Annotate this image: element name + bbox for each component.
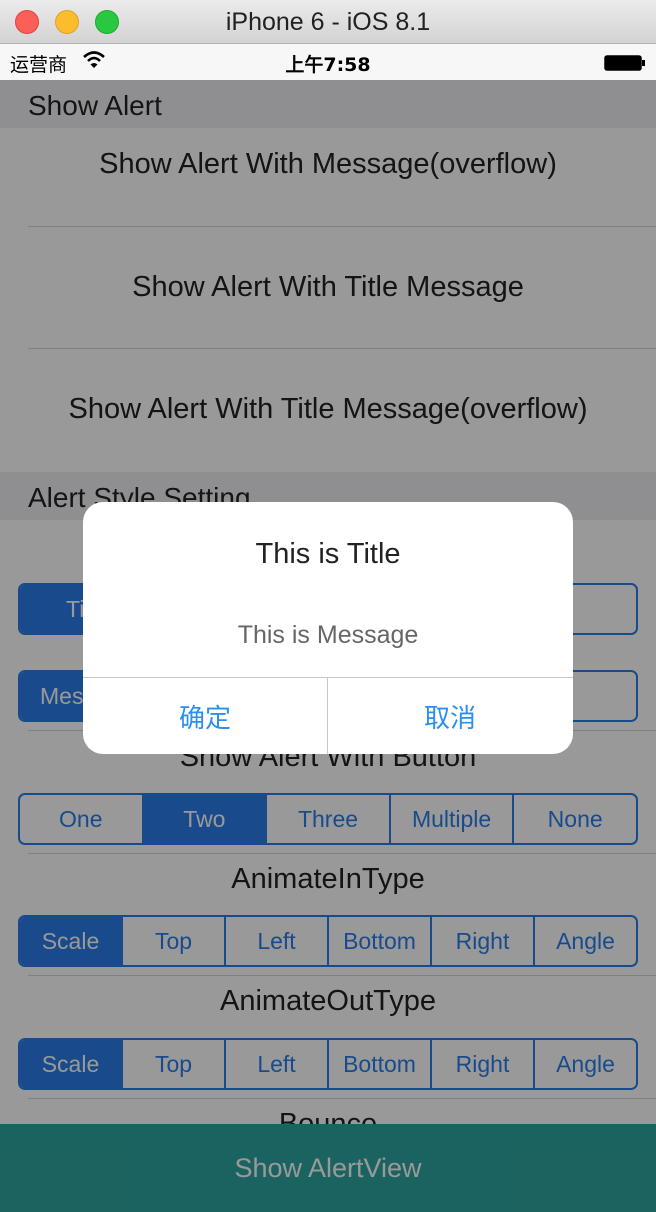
status-time: 上午7:58 (285, 54, 371, 76)
alert-title: This is Title (255, 538, 401, 570)
alert-message: This is Message (237, 621, 419, 649)
window-titlebar: iPhone 6 - iOS 8.1 (0, 0, 656, 44)
alert-dialog: This is Title This is Message 确定 取消 (83, 502, 573, 754)
alert-cancel-button[interactable]: 取消 (328, 678, 572, 754)
alert-confirm-button[interactable]: 确定 (83, 678, 327, 754)
battery-icon (604, 55, 645, 71)
window-title: iPhone 6 - iOS 8.1 (225, 8, 431, 36)
status-bar: 运营商 上午7:58 (0, 44, 656, 80)
